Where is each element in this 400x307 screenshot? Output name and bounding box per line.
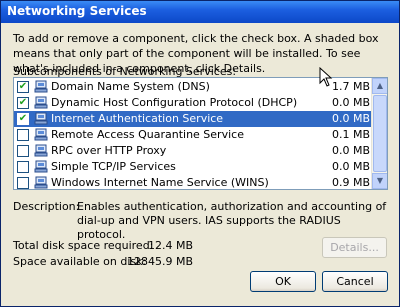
list-item[interactable]: ✔ Internet Authentication Service 0.0 MB — [14, 111, 372, 127]
component-name: RPC over HTTP Proxy — [51, 144, 167, 157]
scroll-down-button[interactable]: ▼ — [372, 173, 387, 189]
component-name: Domain Name System (DNS) — [51, 80, 210, 93]
network-component-icon — [34, 128, 48, 141]
network-component-icon — [34, 160, 48, 173]
details-button[interactable]: Details... — [322, 237, 387, 258]
component-size: 0.0 MB — [331, 112, 370, 125]
mouse-pointer-icon — [319, 67, 333, 87]
disk-required-value: 12.4 MB — [147, 239, 193, 252]
window-title: Networking Services — [7, 4, 147, 18]
component-checkbox[interactable]: ✔ — [17, 81, 29, 93]
ok-button[interactable]: OK — [250, 271, 316, 292]
scroll-up-button[interactable]: ▲ — [372, 78, 387, 94]
title-bar[interactable]: Networking Services — [1, 1, 399, 23]
network-component-icon — [34, 112, 48, 125]
component-size: 0.0 MB — [331, 96, 370, 109]
disk-available-value: 12845.9 MB — [126, 255, 193, 268]
network-component-icon — [34, 80, 48, 93]
networking-services-dialog: Networking Services To add or remove a c… — [0, 0, 400, 307]
component-checkbox[interactable] — [17, 129, 29, 141]
subcomponents-list[interactable]: ✔ Domain Name System (DNS) 1.7 MB ✔ Dynamic … — [13, 77, 388, 190]
list-item[interactable]: ✔ Dynamic Host Configuration Protocol (DH… — [14, 95, 372, 111]
cancel-button[interactable]: Cancel — [322, 271, 388, 292]
network-component-icon — [34, 176, 48, 189]
component-size: 0.9 MB — [331, 176, 370, 189]
list-item[interactable]: RPC over HTTP Proxy 0.0 MB — [14, 143, 372, 159]
component-name: Dynamic Host Configuration Protocol (DHC… — [51, 96, 298, 109]
component-checkbox[interactable] — [17, 161, 29, 173]
component-size: 1.7 MB — [331, 80, 370, 93]
list-rows: ✔ Domain Name System (DNS) 1.7 MB ✔ Dynamic … — [14, 79, 372, 189]
network-component-icon — [34, 144, 48, 157]
disk-required-label: Total disk space required: — [13, 239, 154, 252]
component-size: 0.0 MB — [331, 144, 370, 157]
component-name: Remote Access Quarantine Service — [51, 128, 244, 141]
scroll-thumb[interactable] — [373, 95, 387, 172]
description-label: Description: — [13, 200, 80, 213]
component-checkbox[interactable] — [17, 177, 29, 189]
component-name: Simple TCP/IP Services — [51, 160, 176, 173]
component-checkbox[interactable]: ✔ — [17, 97, 29, 109]
component-size: 0.0 MB — [331, 160, 370, 173]
component-name: Internet Authentication Service — [51, 112, 224, 125]
list-item[interactable]: Remote Access Quarantine Service 0.1 MB — [14, 127, 372, 143]
description-text: Enables authentication, authorization an… — [77, 200, 387, 241]
list-scrollbar[interactable]: ▲ ▼ — [371, 78, 387, 189]
component-name: Windows Internet Name Service (WINS) — [51, 176, 269, 189]
network-component-icon — [34, 96, 48, 109]
component-checkbox[interactable]: ✔ — [17, 113, 29, 125]
component-size: 0.1 MB — [331, 128, 370, 141]
component-checkbox[interactable] — [17, 145, 29, 157]
list-item[interactable]: Simple TCP/IP Services 0.0 MB — [14, 159, 372, 175]
list-item[interactable]: Windows Internet Name Service (WINS) 0.9 … — [14, 175, 372, 189]
